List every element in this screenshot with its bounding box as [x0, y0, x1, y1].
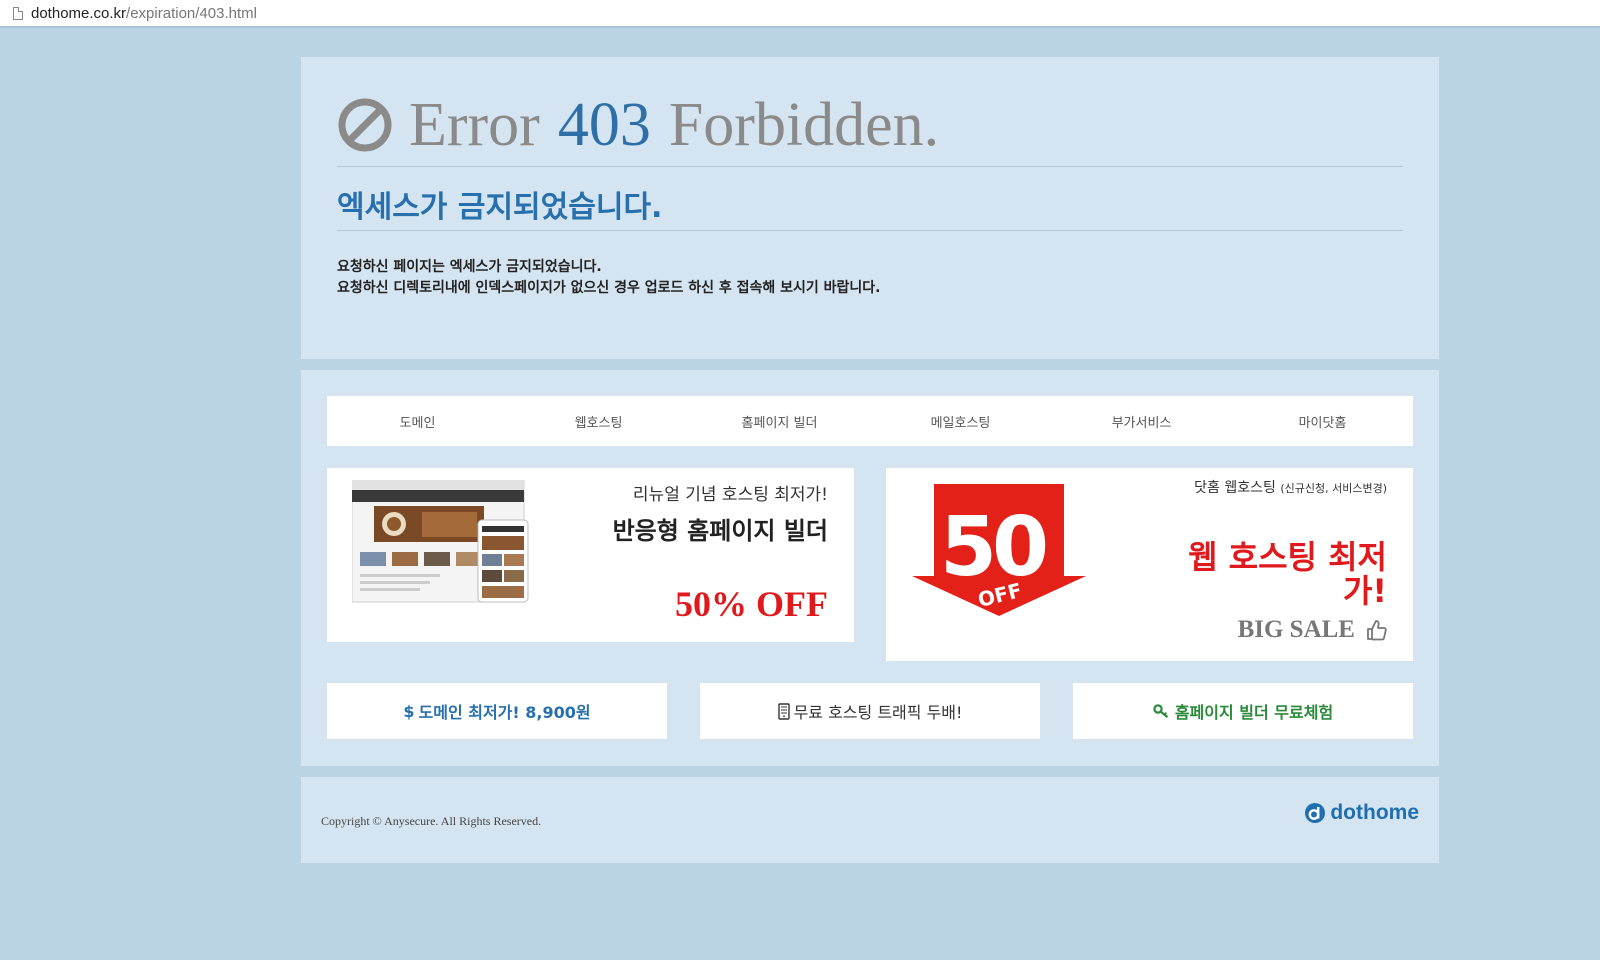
dothome-logo[interactable]: dothome: [1304, 801, 1419, 825]
dothome-logo-text: dothome: [1330, 801, 1419, 824]
builder-banner-discount: 50% OFF: [675, 584, 828, 624]
hosting-banner-headline: 웹 호스팅 최저가!: [1188, 538, 1387, 610]
footer: Copyright © Anysecure. All Rights Reserv…: [301, 777, 1439, 863]
description-line: 요청하신 페이지는 엑세스가 금지되었습니다.: [337, 259, 602, 275]
dothome-logo-icon: [1305, 803, 1326, 823]
dollar-icon: $: [403, 701, 415, 721]
badge-number: 50: [940, 500, 1046, 595]
address-bar[interactable]: dothome.co.kr/expiration/403.html: [0, 0, 1600, 28]
thumbs-up-icon: [1367, 620, 1387, 641]
badge-percent: %: [1027, 523, 1043, 542]
builder-banner[interactable]: 리뉴얼 기념 호스팅 최저가! 반응형 홈페이지 빌더 50% OFF: [327, 468, 854, 642]
description-line: 요청하신 디렉토리내에 인덱스페이지가 없으신 경우 업로드 하신 후 접속해 …: [337, 280, 881, 296]
error-title: Error 403 Forbidden.: [337, 87, 939, 163]
builder-banner-caption: 리뉴얼 기념 호스팅 최저가!: [632, 485, 828, 505]
website-screenshot-image: [352, 480, 529, 603]
domain-promo-label: 도메인 최저가! 8,900원: [418, 703, 591, 722]
url-host: dothome.co.kr: [31, 4, 127, 22]
url-text[interactable]: dothome.co.kr/expiration/403.html: [31, 5, 257, 22]
error-title-suffix: Forbidden.: [668, 90, 940, 159]
page-icon: [13, 6, 23, 20]
nav-item-homepage-builder[interactable]: 홈페이지 빌더: [689, 396, 870, 446]
key-icon: [1153, 704, 1171, 718]
divider: [337, 230, 1403, 231]
error-code: 403: [557, 90, 651, 159]
nav-item-web-hosting[interactable]: 웹호스팅: [508, 396, 689, 446]
hosting-banner-sale: BIG SALE: [1238, 616, 1387, 644]
error-panel: Error 403 Forbidden. 엑세스가 금지되었습니다. 요청하신 …: [301, 57, 1439, 359]
big-sale-label: BIG SALE: [1237, 616, 1355, 643]
url-path: /expiration/403.html: [126, 4, 257, 22]
nav-item-domain[interactable]: 도메인: [327, 396, 508, 446]
service-nav: 도메인 웹호스팅 홈페이지 빌더 메일호스팅 부가서비스 마이닷홈: [327, 396, 1413, 446]
domain-promo-button[interactable]: $ 도메인 최저가! 8,900원: [327, 683, 667, 739]
nav-item-extra-services[interactable]: 부가서비스: [1051, 396, 1232, 446]
hosting-promo-label: 무료 호스팅 트래픽 두배!: [793, 703, 963, 722]
copyright-text: Copyright © Anysecure. All Rights Reserv…: [321, 814, 542, 828]
hosting-promo-button[interactable]: 무료 호스팅 트래픽 두배!: [700, 683, 1040, 739]
divider: [337, 166, 1403, 167]
builder-promo-button[interactable]: 홈페이지 빌더 무료체험: [1073, 683, 1413, 739]
error-description: 요청하신 페이지는 엑세스가 금지되었습니다. 요청하신 디렉토리내에 인덱스페…: [337, 257, 881, 299]
hosting-banner[interactable]: 50 % OFF 닷홈 웹호스팅 (신규신청, 서비스변경) 웹 호스팅 최저가…: [886, 468, 1413, 661]
nav-item-mail-hosting[interactable]: 메일호스팅: [870, 396, 1051, 446]
hosting-banner-caption: 닷홈 웹호스팅 (신규신청, 서비스변경): [1167, 478, 1387, 499]
discount-arrow-badge: 50 % OFF: [912, 484, 1086, 616]
builder-banner-headline: 반응형 홈페이지 빌더: [612, 517, 828, 545]
builder-promo-label: 홈페이지 빌더 무료체험: [1174, 703, 1334, 722]
hosting-banner-caption-note: (신규신청, 서비스변경): [1280, 482, 1387, 495]
forbidden-icon: [338, 98, 392, 152]
error-subtitle: 엑세스가 금지되었습니다.: [337, 190, 663, 225]
mobile-phone-icon: [777, 702, 790, 720]
error-title-prefix: Error: [409, 90, 540, 159]
hosting-banner-caption-main: 닷홈 웹호스팅: [1194, 480, 1276, 496]
services-panel: 도메인 웹호스팅 홈페이지 빌더 메일호스팅 부가서비스 마이닷홈 리뉴얼 기념…: [301, 370, 1439, 766]
nav-item-my-dothome[interactable]: 마이닷홈: [1232, 396, 1413, 446]
